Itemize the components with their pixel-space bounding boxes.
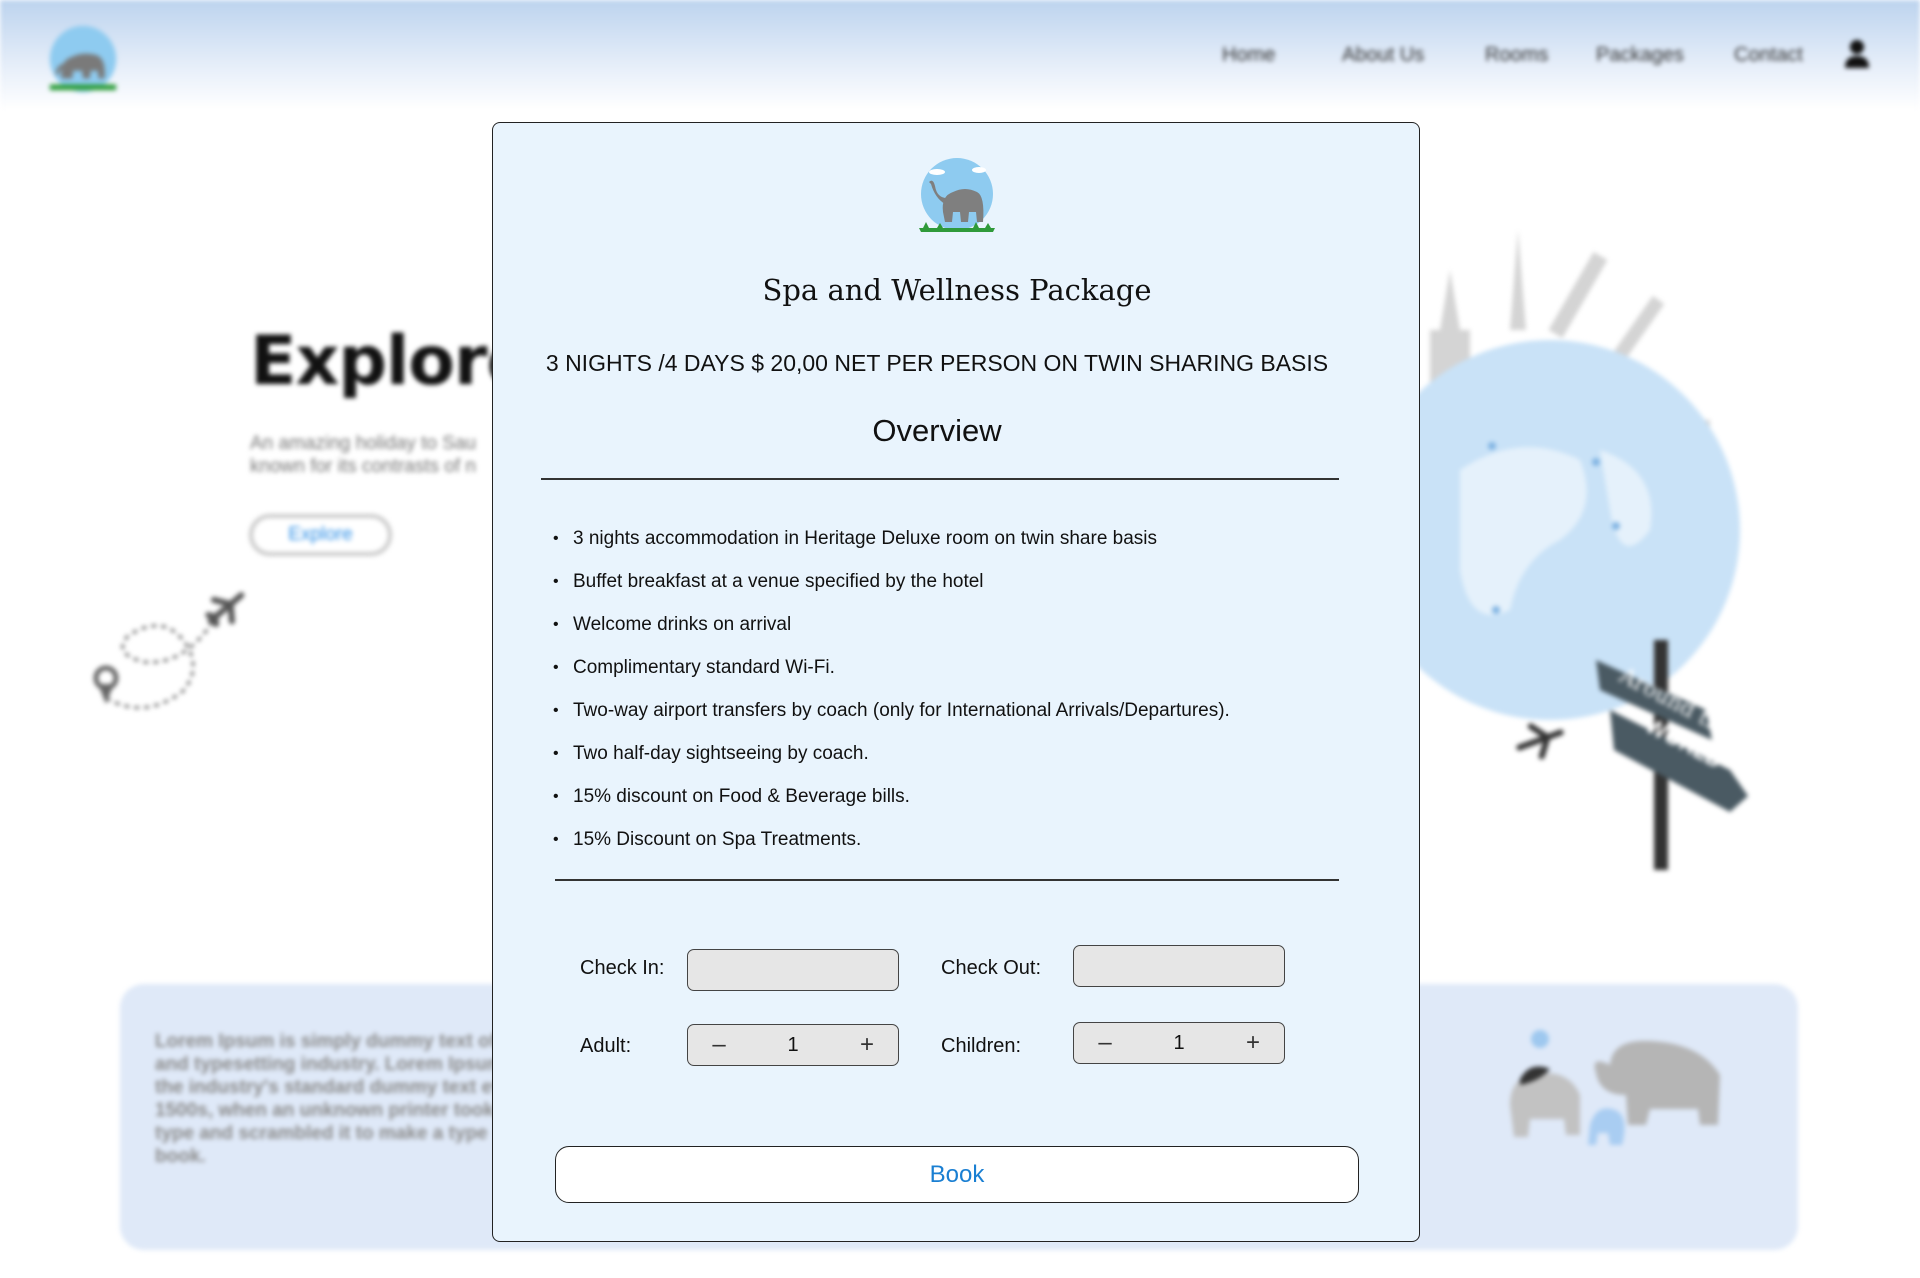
plus-icon[interactable]: + [847,1025,887,1065]
bottom-text-line: Lorem Ipsum is simply dummy text of [155,1031,495,1052]
check-in-label: Check In: [580,957,665,979]
nav-home[interactable]: Home [1222,44,1275,67]
list-item: Two-way airport transfers by coach (only… [553,689,1353,732]
children-count: 1 [1173,1031,1185,1054]
list-item: 15% discount on Food & Beverage bills. [553,775,1353,818]
elephant-logo-icon [919,158,995,232]
package-price: 3 NIGHTS /4 DAYS $ 20,00 NET PER PERSON … [545,350,1329,376]
check-out-field[interactable] [1073,945,1285,987]
package-features-list: 3 nights accommodation in Heritage Delux… [553,517,1353,861]
airplane-icon [205,592,245,628]
bottom-lorem-text: Lorem Ipsum is simply dummy text of and … [155,1030,495,1168]
airplane-path-illustration [93,592,245,710]
overview-heading: Overview [872,413,1002,448]
location-pin-icon [93,665,119,704]
book-button[interactable]: Book [555,1146,1359,1203]
bottom-text-line: the industry's standard dummy text ev [155,1077,495,1098]
nav-rooms[interactable]: Rooms [1485,44,1548,67]
check-out-label: Check Out: [941,957,1042,979]
user-icon[interactable] [1843,38,1871,70]
list-item: Buffet breakfast at a venue specified by… [553,560,1353,603]
adult-stepper[interactable]: – 1 + [687,1024,899,1066]
minus-icon[interactable]: – [1085,1023,1125,1063]
package-title: Spa and Wellness Package [762,273,1152,307]
hero-description: An amazing holiday to Sau known for its … [250,432,510,478]
children-stepper[interactable]: – 1 + [1073,1022,1285,1064]
hero-title: Explore [250,322,533,401]
explore-button[interactable]: Explore [249,514,392,556]
list-item: 3 nights accommodation in Heritage Delux… [553,517,1353,560]
overview-divider-top [541,478,1339,480]
hero-description-line: An amazing holiday to Sau [250,433,477,454]
elephants-illustration [1510,1030,1720,1145]
check-in-field[interactable] [687,949,899,991]
airplane-icon [1516,723,1564,760]
nav-packages[interactable]: Packages [1596,44,1684,67]
package-modal: Spa and Wellness Package 3 NIGHTS /4 DAY… [492,122,1420,1242]
nav-about-us[interactable]: About Us [1342,44,1424,67]
list-item: Two half-day sightseeing by coach. [553,732,1353,775]
list-item: 15% Discount on Spa Treatments. [553,818,1353,861]
overview-divider-bottom [555,879,1339,881]
adult-label: Adult: [580,1035,632,1057]
hero-description-line: known for its contrasts of n [250,456,476,477]
nav-contact[interactable]: Contact [1734,44,1803,67]
bottom-text-line: book. [155,1146,206,1167]
adult-count: 1 [787,1033,799,1056]
main-nav: Home About Us Rooms Packages Contact [0,44,1920,74]
globe-illustration: Around the WORLD [1400,230,1748,870]
children-label: Children: [941,1035,1022,1057]
bottom-text-line: type and scrambled it to make a type [155,1123,488,1144]
list-item: Welcome drinks on arrival [553,603,1353,646]
minus-icon[interactable]: – [699,1025,739,1065]
bottom-text-line: and typesetting industry. Lorem Ipsum [155,1054,495,1075]
plus-icon[interactable]: + [1233,1023,1273,1063]
list-item: Complimentary standard Wi-Fi. [553,646,1353,689]
bottom-text-line: 1500s, when an unknown printer took [155,1100,494,1121]
